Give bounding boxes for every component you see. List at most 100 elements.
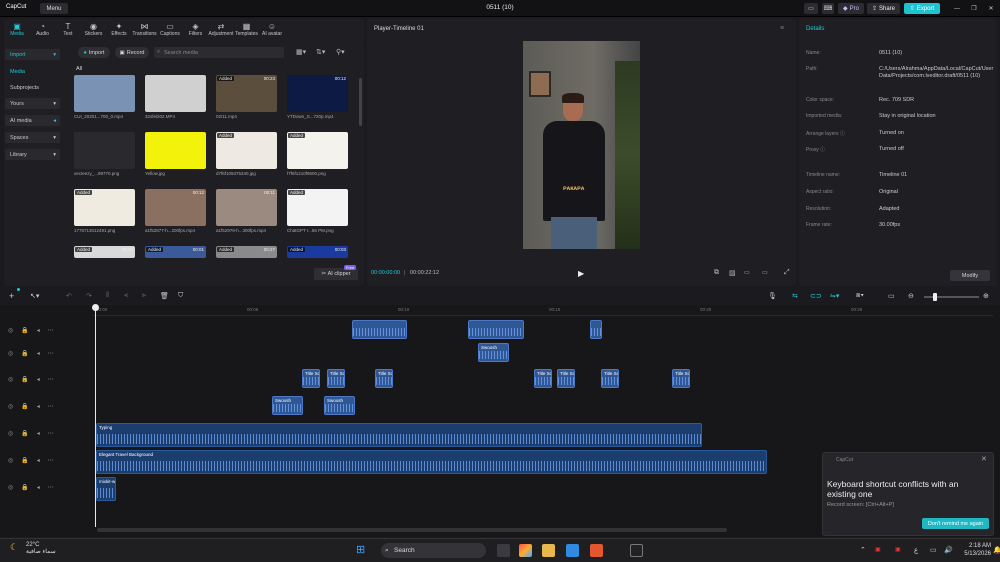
- timeline-clip[interactable]: Swoosh: [272, 396, 303, 415]
- store-icon[interactable]: [566, 544, 579, 557]
- play-icon[interactable]: ▶: [578, 269, 584, 278]
- more-icon[interactable]: ⋯: [48, 376, 54, 383]
- lock-icon[interactable]: 🔒: [21, 327, 28, 334]
- sort-icon[interactable]: ⇅▾: [316, 48, 325, 56]
- more-icon[interactable]: ⋯: [48, 457, 54, 464]
- visibility-icon[interactable]: ◎: [8, 430, 13, 437]
- tool-adjustment[interactable]: ⇄ Adjustment: [208, 19, 234, 41]
- timeline-clip[interactable]: Swoosh: [324, 396, 355, 415]
- visibility-icon[interactable]: ◎: [8, 403, 13, 410]
- import-button[interactable]: ● Import: [78, 47, 110, 58]
- audio-icon[interactable]: ◂: [37, 327, 40, 334]
- media-thumbnail[interactable]: 00:12: [145, 189, 206, 226]
- tray-app2-icon[interactable]: ▣: [895, 546, 901, 553]
- audio-icon[interactable]: ◂: [37, 376, 40, 383]
- toast-close-icon[interactable]: ✕: [981, 455, 987, 463]
- link-main-icon[interactable]: ⇆: [792, 292, 798, 300]
- timeline-clip[interactable]: Title Sc: [557, 369, 575, 388]
- microphone-icon[interactable]: 🎙: [768, 292, 777, 300]
- tool-audio[interactable]: ◔ Audio: [30, 19, 56, 41]
- shield-icon[interactable]: ⛉: [178, 292, 183, 300]
- link-icon[interactable]: ⇋▾: [830, 292, 839, 300]
- nav-spaces[interactable]: Spaces ▾: [5, 132, 60, 143]
- undo-icon[interactable]: ↶: [66, 292, 72, 300]
- lock-icon[interactable]: 🔒: [21, 403, 28, 410]
- nav-subprojects[interactable]: Subprojects: [5, 82, 60, 93]
- capcut-taskbar-icon[interactable]: [630, 544, 643, 557]
- visibility-icon[interactable]: ◎: [8, 327, 13, 334]
- media-scrollbar[interactable]: [359, 78, 362, 126]
- timeline-clip[interactable]: Title Sc: [375, 369, 393, 388]
- fullscreen-icon[interactable]: ⤢: [784, 269, 790, 277]
- audio-icon[interactable]: ◂: [37, 403, 40, 410]
- audio-icon[interactable]: ◂: [37, 430, 40, 437]
- video-preview[interactable]: ᴘᴀᴋᴀᴘᴀ: [523, 41, 640, 249]
- language-icon[interactable]: ع: [914, 546, 918, 554]
- select-cursor-icon[interactable]: ↖▾: [30, 292, 39, 300]
- visibility-icon[interactable]: ◎: [8, 376, 13, 383]
- playhead-handle[interactable]: [92, 304, 99, 311]
- timeline-clip[interactable]: Swoosh: [478, 343, 509, 362]
- timeline-clip[interactable]: [468, 320, 524, 339]
- ratio-icon[interactable]: ▭: [762, 269, 768, 276]
- menu-button[interactable]: Menu: [40, 3, 68, 14]
- close-icon[interactable]: ✕: [986, 3, 996, 14]
- visibility-icon[interactable]: ◎: [8, 457, 13, 464]
- media-thumbnail[interactable]: Added: [287, 189, 348, 226]
- nav-import[interactable]: Import ▾: [5, 49, 60, 60]
- media-thumbnail[interactable]: Added 00:27: [216, 246, 277, 258]
- lock-icon[interactable]: 🔒: [21, 350, 28, 357]
- playhead[interactable]: [95, 307, 96, 527]
- audio-icon[interactable]: ◂: [37, 484, 40, 491]
- visibility-icon[interactable]: ◎: [8, 484, 13, 491]
- more-icon[interactable]: ⋯: [48, 403, 54, 410]
- media-thumbnail[interactable]: Added 00:30: [74, 246, 135, 258]
- media-thumbnail[interactable]: Added: [74, 189, 135, 226]
- media-thumbnail[interactable]: 00:12: [287, 75, 348, 112]
- minimize-icon[interactable]: —: [952, 3, 962, 14]
- tool-effects[interactable]: ✦ Effects: [106, 19, 132, 41]
- redo-icon[interactable]: ↷: [86, 292, 92, 300]
- split-right-icon[interactable]: ⫸: [142, 292, 146, 300]
- media-thumbnail[interactable]: [145, 75, 206, 112]
- media-thumbnail[interactable]: Added: [216, 132, 277, 169]
- lock-icon[interactable]: 🔒: [21, 430, 28, 437]
- media-thumbnail[interactable]: Added: [287, 132, 348, 169]
- tool-filters[interactable]: ◈ Filters: [183, 19, 209, 41]
- nav-library[interactable]: Library ▾: [5, 149, 60, 160]
- tool-ai-avatar[interactable]: ☺ AI avatar: [259, 19, 285, 41]
- lock-icon[interactable]: 🔒: [21, 376, 28, 383]
- tool-templates[interactable]: ▦ Templates: [234, 19, 260, 41]
- grid-view-icon[interactable]: ▦▾: [296, 48, 306, 56]
- filter-icon[interactable]: ⚲▾: [336, 48, 345, 56]
- audio-icon[interactable]: ◂: [37, 457, 40, 464]
- timeline-clip[interactable]: Title Sc: [327, 369, 345, 388]
- crop-icon[interactable]: ⧉: [714, 269, 719, 277]
- tool-stickers[interactable]: ◉ Stickers: [81, 19, 107, 41]
- magnet-icon[interactable]: ⊂⊃: [810, 292, 822, 300]
- timeline-clip[interactable]: Title Sc: [302, 369, 320, 388]
- maximize-icon[interactable]: ❐: [969, 3, 979, 14]
- file-explorer-icon[interactable]: [542, 544, 555, 557]
- preview-axis-icon[interactable]: ⧈▾: [856, 292, 864, 300]
- split-icon[interactable]: ⫴: [106, 292, 109, 300]
- share-button[interactable]: ⇪ Share: [867, 3, 900, 14]
- clock[interactable]: 2:18 AM 5/13/2026: [955, 542, 991, 558]
- media-thumbnail[interactable]: Added 00:03: [287, 246, 348, 258]
- weather-widget[interactable]: 22°C سماء صافية: [26, 542, 56, 556]
- timeline-clip[interactable]: [352, 320, 407, 339]
- timeline-clip[interactable]: Title Sc: [601, 369, 619, 388]
- more-icon[interactable]: ⋯: [48, 430, 54, 437]
- media-thumbnail[interactable]: [74, 132, 135, 169]
- nav-yours[interactable]: Yours ▾: [5, 98, 60, 109]
- pro-button[interactable]: ◆ Pro: [838, 3, 864, 14]
- lock-icon[interactable]: 🔒: [21, 457, 28, 464]
- copilot-icon[interactable]: [519, 544, 532, 557]
- visibility-icon[interactable]: ◎: [8, 350, 13, 357]
- image-icon[interactable]: ▨: [729, 269, 736, 277]
- tool-media[interactable]: ▣ Media: [4, 19, 30, 41]
- notification-bell-icon[interactable]: 🔔: [993, 546, 1000, 554]
- screen-icon[interactable]: ▭: [888, 292, 895, 300]
- record-button[interactable]: ▣ Record: [115, 47, 149, 58]
- nav-ai-media[interactable]: AI media ◂: [5, 115, 60, 126]
